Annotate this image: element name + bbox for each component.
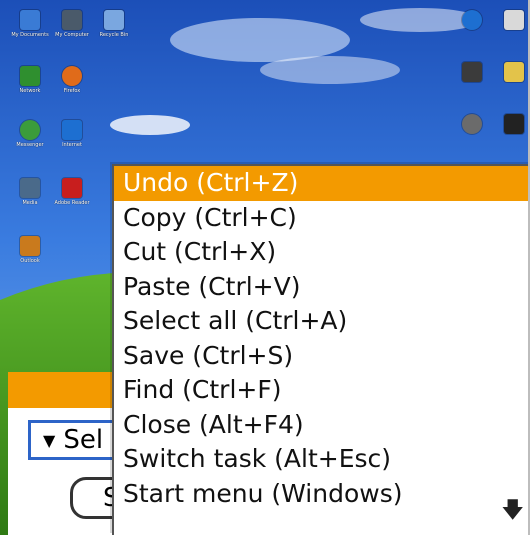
menu-item-find[interactable]: Find (Ctrl+F) <box>114 373 528 408</box>
desktop-icon-label: Firefox <box>63 88 81 94</box>
internet-explorer-icon <box>462 10 482 30</box>
menu-item-close[interactable]: Close (Alt+F4) <box>114 408 528 443</box>
desktop-icon-file-right[interactable] <box>488 10 528 30</box>
dropdown-value: Sel <box>63 425 104 455</box>
search-icon <box>462 114 482 134</box>
screen: My Documents My Computer Recycle Bin Net… <box>0 0 530 535</box>
desktop-icon-firefox[interactable]: Firefox <box>46 66 98 94</box>
desktop-icon-internet[interactable]: Internet <box>46 120 98 148</box>
recycle-bin-icon <box>104 10 124 30</box>
network-icon <box>20 66 40 86</box>
computer-icon <box>62 10 82 30</box>
desktop-icon-label: Internet <box>62 142 82 148</box>
desktop-icon-label: My Computer <box>55 32 89 38</box>
desktop-icon-label: Outlook <box>20 258 40 264</box>
adobe-reader-icon <box>62 178 82 198</box>
messenger-icon <box>20 120 40 140</box>
internet-explorer-icon <box>62 120 82 140</box>
firefox-icon <box>62 66 82 86</box>
desktop-icon-label: Messenger <box>16 142 44 148</box>
desktop-icon-doc-right[interactable] <box>488 62 528 82</box>
dropdown-arrow-icon: ▼ <box>43 430 56 450</box>
app-icon <box>462 62 482 82</box>
media-icon <box>20 178 40 198</box>
desktop-icon-label: My Documents <box>11 32 49 38</box>
desktop-icon-recycle-bin[interactable]: Recycle Bin <box>88 10 140 38</box>
desktop-icon-label: Adobe Reader <box>54 200 90 206</box>
menu-item-start-menu[interactable]: Start menu (Windows) <box>114 477 528 512</box>
menu-item-copy[interactable]: Copy (Ctrl+C) <box>114 201 528 236</box>
desktop-icon-label: Recycle Bin <box>99 32 129 38</box>
menu-item-cut[interactable]: Cut (Ctrl+X) <box>114 235 528 270</box>
file-icon <box>504 10 524 30</box>
menu-item-paste[interactable]: Paste (Ctrl+V) <box>114 270 528 305</box>
document-icon <box>504 62 524 82</box>
outlook-icon <box>20 236 40 256</box>
menu-item-select-all[interactable]: Select all (Ctrl+A) <box>114 304 528 339</box>
menu-item-undo[interactable]: Undo (Ctrl+Z) <box>114 166 528 201</box>
desktop-icon-terminal-right[interactable] <box>488 114 528 134</box>
desktop-icon-label: Network <box>19 88 41 94</box>
arrow-down-icon[interactable]: 🡇 <box>501 493 524 531</box>
desktop-icon-outlook[interactable]: Outlook <box>4 236 56 264</box>
menu-item-save[interactable]: Save (Ctrl+S) <box>114 339 528 374</box>
context-menu: Undo (Ctrl+Z) Copy (Ctrl+C) Cut (Ctrl+X)… <box>112 164 528 535</box>
desktop-icon-adobe-reader[interactable]: Adobe Reader <box>46 178 98 206</box>
folder-icon <box>20 10 40 30</box>
terminal-icon <box>504 114 524 134</box>
menu-item-switch-task[interactable]: Switch task (Alt+Esc) <box>114 442 528 477</box>
desktop-icon-label: Media <box>22 200 38 206</box>
